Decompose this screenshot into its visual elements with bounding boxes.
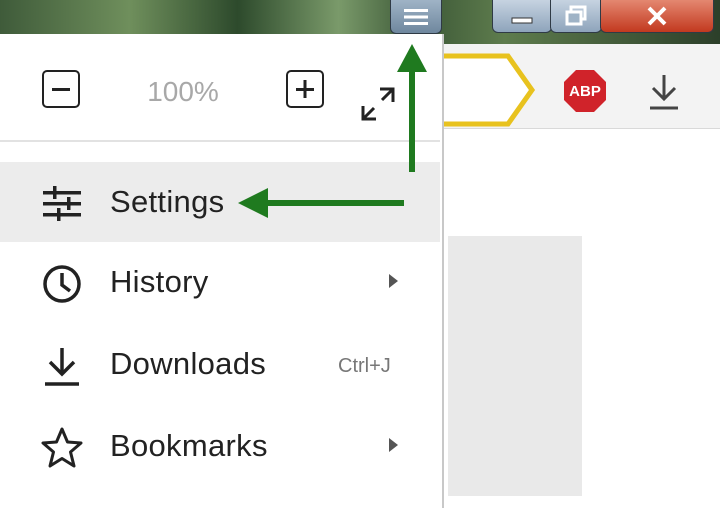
minus-icon — [52, 88, 70, 91]
zoom-controls: 100% — [0, 52, 440, 124]
zoom-level: 100% — [147, 76, 219, 107]
toolbar-download-icon[interactable] — [646, 72, 682, 112]
menu-divider — [0, 140, 440, 142]
browser-menu-panel: 100% Settings History Downloads Ctrl+J B… — [0, 34, 444, 508]
menu-item-label: Settings — [110, 184, 225, 219]
clock-icon — [40, 262, 84, 306]
menu-item-label: Downloads — [110, 346, 267, 381]
download-icon — [40, 344, 84, 388]
minimize-icon — [511, 17, 533, 24]
adblock-label: ABP — [569, 83, 601, 100]
menu-item-label: Bookmarks — [110, 428, 268, 463]
minimize-button[interactable] — [492, 0, 552, 33]
keyboard-shortcut: Ctrl+J — [338, 355, 391, 377]
address-bar-end[interactable] — [440, 52, 540, 128]
hamburger-icon — [404, 8, 428, 25]
settings-sliders-icon — [40, 182, 84, 226]
menu-item-history[interactable]: History — [0, 242, 440, 322]
close-icon — [647, 6, 667, 26]
submenu-arrow-icon — [389, 274, 398, 288]
star-icon — [40, 426, 84, 470]
submenu-arrow-icon — [389, 438, 398, 452]
menu-item-downloads[interactable]: Downloads Ctrl+J — [0, 324, 440, 404]
plus-icon — [296, 80, 314, 98]
restore-icon — [565, 5, 587, 26]
zoom-in-button[interactable] — [286, 70, 324, 108]
fullscreen-icon[interactable] — [358, 84, 398, 124]
menu-item-label: History — [110, 264, 209, 299]
restore-button[interactable] — [550, 0, 602, 33]
close-button[interactable] — [600, 0, 714, 33]
window-caption-buttons — [492, 0, 720, 34]
zoom-out-button[interactable] — [42, 70, 80, 108]
menu-item-bookmarks[interactable]: Bookmarks — [0, 406, 440, 486]
menu-item-settings[interactable]: Settings — [0, 162, 440, 242]
adblock-plus-icon[interactable]: ABP — [562, 68, 608, 114]
page-content-block — [448, 236, 582, 496]
browser-menu-button[interactable] — [390, 0, 442, 34]
